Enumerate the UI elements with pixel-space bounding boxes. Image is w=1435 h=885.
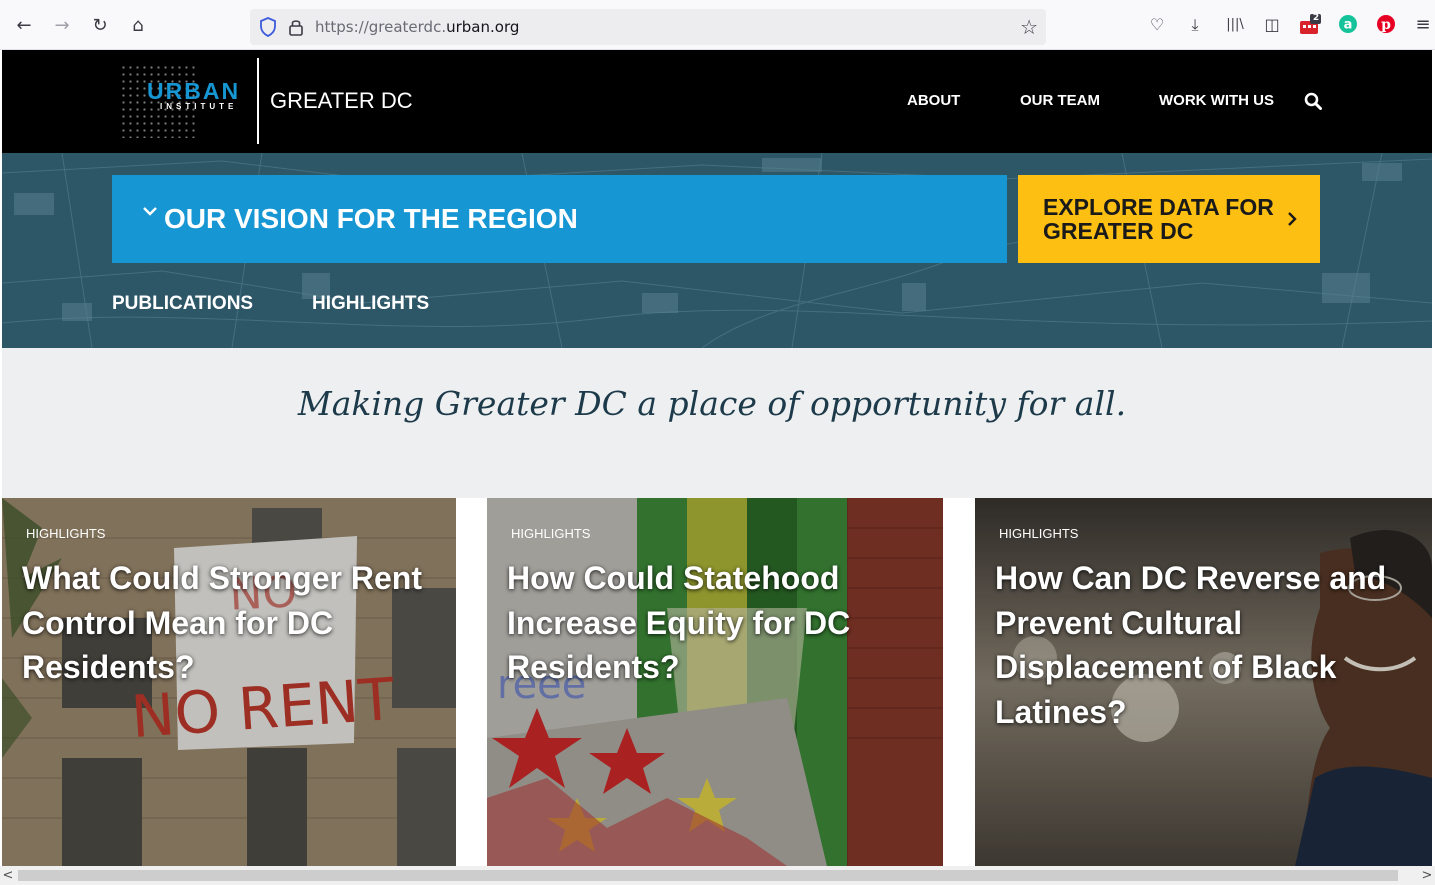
vision-button[interactable]: OUR VISION FOR THE REGION <box>112 175 1007 263</box>
lock-icon[interactable] <box>288 17 304 37</box>
svg-text:a: a <box>1344 18 1353 33</box>
highlight-card-rent-control[interactable]: NO NO RENT HIGHLIGHTS What Could Stronge… <box>2 498 456 866</box>
address-bar[interactable]: https://greaterdc.urban.org ☆ <box>250 9 1046 45</box>
tagline-section: Making Greater DC a place of opportunity… <box>2 348 1432 498</box>
bookmark-star-icon[interactable]: ☆ <box>1020 15 1038 39</box>
page: ← → ↻ ⌂ https://greaterdc.urban.org ☆ ♡ … <box>0 0 1435 885</box>
reload-icon[interactable]: ↻ <box>88 14 112 38</box>
logo-subtitle: INSTITUTE <box>160 102 238 111</box>
chevron-down-icon <box>143 207 157 216</box>
vision-label: OUR VISION FOR THE REGION <box>164 203 578 234</box>
card-title[interactable]: How Could Statehood Increase Equity for … <box>507 556 927 690</box>
url-text[interactable]: https://greaterdc.urban.org <box>315 18 519 36</box>
highlight-card-cultural-displacement[interactable]: HIGHLIGHTS How Can DC Reverse and Preven… <box>975 498 1432 866</box>
search-icon[interactable] <box>1304 92 1322 110</box>
explore-data-label: EXPLORE DATA FOR GREATER DC <box>1043 194 1274 244</box>
chevron-right-icon <box>1288 212 1297 226</box>
highlight-card-statehood[interactable]: reee HIGHLIGHTS How Could Statehood Incr… <box>487 498 943 866</box>
card-title[interactable]: What Could Stronger Rent Control Mean fo… <box>22 556 442 690</box>
card-category[interactable]: HIGHLIGHTS <box>26 526 105 541</box>
nav-work-with-us[interactable]: WORK WITH US <box>1159 92 1274 109</box>
library-icon[interactable]: |||\ <box>1222 14 1248 36</box>
browser-toolbar: ← → ↻ ⌂ https://greaterdc.urban.org ☆ ♡ … <box>0 0 1435 50</box>
subnav-publications[interactable]: PUBLICATIONS <box>112 293 253 315</box>
logo-divider <box>257 58 259 144</box>
sidebar-icon[interactable]: ◫ <box>1261 14 1283 36</box>
pinterest-icon[interactable]: p <box>1375 14 1397 36</box>
hero-banner: OUR VISION FOR THE REGION EXPLORE DATA F… <box>2 153 1432 348</box>
pocket-icon[interactable]: ♡ <box>1146 14 1168 36</box>
subnav-highlights[interactable]: HIGHLIGHTS <box>312 293 429 315</box>
scroll-right-icon[interactable]: > <box>1419 866 1435 885</box>
scroll-left-icon[interactable]: < <box>0 866 16 885</box>
logo-wordmark: URBAN <box>147 78 241 104</box>
extension-icon[interactable]: 2 <box>1299 13 1321 36</box>
grammarly-icon[interactable]: a <box>1337 14 1359 36</box>
site-header: URBAN INSTITUTE GREATER DC ABOUT OUR TEA… <box>2 50 1432 153</box>
menu-icon[interactable]: ≡ <box>1412 14 1434 36</box>
svg-text:p: p <box>1381 17 1391 33</box>
tagline: Making Greater DC a place of opportunity… <box>297 384 1127 423</box>
download-icon[interactable]: ⤓ <box>1184 14 1206 36</box>
scrollbar-thumb[interactable] <box>18 870 1398 881</box>
forward-icon[interactable]: → <box>50 14 74 38</box>
card-category[interactable]: HIGHLIGHTS <box>999 526 1078 541</box>
card-title[interactable]: How Can DC Reverse and Prevent Cultural … <box>995 556 1415 734</box>
horizontal-scrollbar[interactable]: < > <box>0 866 1435 885</box>
nav-our-team[interactable]: OUR TEAM <box>1020 92 1100 109</box>
home-icon[interactable]: ⌂ <box>126 14 150 38</box>
extension-badge: 2 <box>1312 13 1320 23</box>
nav-about[interactable]: ABOUT <box>907 92 960 109</box>
site-name[interactable]: GREATER DC <box>270 88 413 114</box>
card-category[interactable]: HIGHLIGHTS <box>511 526 590 541</box>
shield-icon[interactable] <box>260 17 276 37</box>
back-icon[interactable]: ← <box>12 14 36 38</box>
explore-data-button[interactable]: EXPLORE DATA FOR GREATER DC <box>1018 175 1320 263</box>
